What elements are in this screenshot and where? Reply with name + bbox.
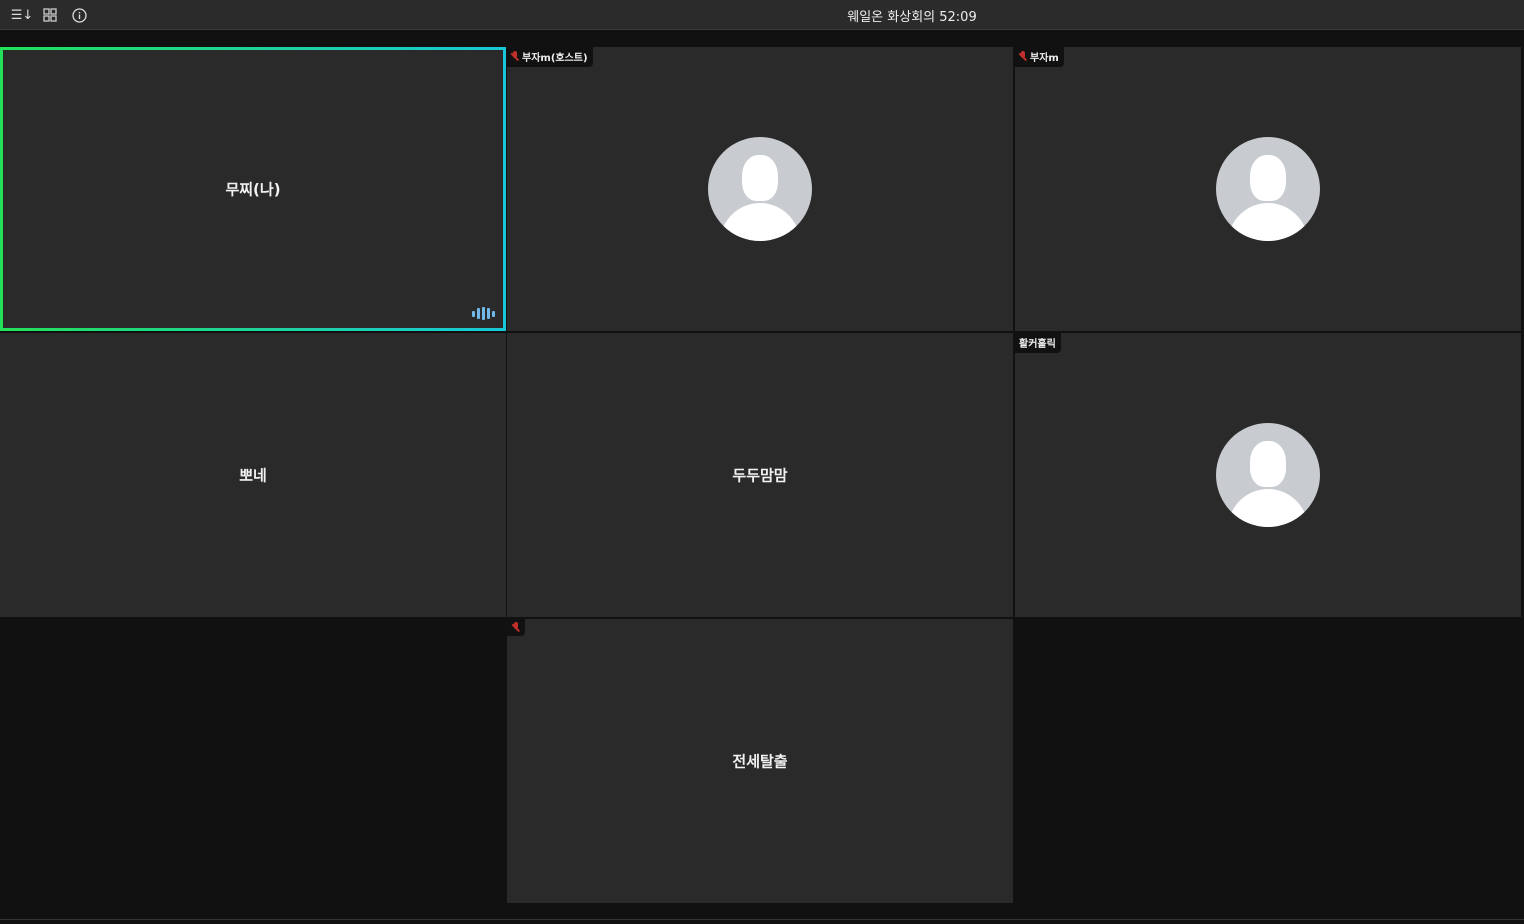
mic-muted-icon xyxy=(512,622,520,633)
name-tag: 활커홀릭 xyxy=(1015,333,1061,353)
participant-name: 뽀네 xyxy=(239,466,267,485)
participant-name: 부자m(호스트) xyxy=(522,53,588,64)
mic-muted-icon xyxy=(511,51,519,62)
speaking-indicator-icon xyxy=(472,307,495,320)
video-tile[interactable]: 두두맘맘 xyxy=(507,333,1013,617)
divider xyxy=(0,919,1524,920)
avatar xyxy=(708,137,812,241)
video-tile-host[interactable]: 부자m(호스트) xyxy=(507,47,1013,331)
top-bar: ☰↓ 웨일온 화상회의 52:09 xyxy=(0,0,1524,30)
participant-name: 부자m xyxy=(1030,53,1059,64)
participant-name: 두두맘맘 xyxy=(732,466,788,485)
name-tag: 부자m xyxy=(1015,47,1064,67)
meeting-title: 웨일온 화상회의 52:09 xyxy=(847,10,977,25)
mic-muted-icon xyxy=(1019,51,1027,62)
video-tile[interactable]: 전세탈출 xyxy=(507,619,1013,903)
name-tag: 부자m(호스트) xyxy=(507,47,593,67)
avatar xyxy=(1216,137,1320,241)
name-tag xyxy=(507,619,525,636)
video-tile-self[interactable]: 무찌(나) xyxy=(0,47,506,331)
participant-name: 전세탈출 xyxy=(732,752,788,771)
participant-name: 활커홀릭 xyxy=(1019,339,1056,350)
video-tile[interactable]: 부자m xyxy=(1015,47,1521,331)
avatar xyxy=(1216,423,1320,527)
video-tile[interactable]: 뽀네 xyxy=(0,333,506,617)
video-tile[interactable]: 활커홀릭 xyxy=(1015,333,1521,617)
participant-name: 무찌(나) xyxy=(225,180,281,199)
